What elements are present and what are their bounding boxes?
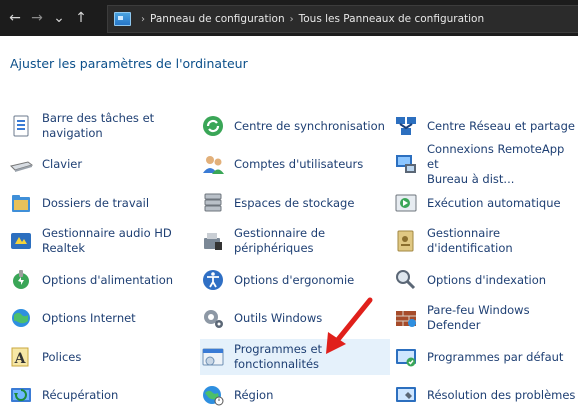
panel-item-taskbar[interactable]: Barre des tâches et navigation — [8, 108, 194, 144]
panel-item-label: Clavier — [42, 156, 83, 171]
troubleshooting-icon — [393, 382, 419, 408]
panel-item-label: Gestionnaire audio HD Realtek — [42, 226, 172, 255]
panel-item-storage-spaces[interactable]: Espaces de stockage — [200, 185, 390, 221]
panel-item-network-center[interactable]: Centre Réseau et partage — [393, 108, 578, 144]
fonts-icon: A — [8, 344, 34, 370]
panel-item-autoplay[interactable]: Exécution automatique — [393, 185, 578, 221]
panel-item-label: Dossiers de travail — [42, 195, 150, 210]
control-panel-grid: Barre des tâches et navigation Clavier Dos… — [0, 0, 578, 420]
panel-item-recovery[interactable]: Récupération — [8, 377, 194, 413]
panel-item-label: Centre Réseau et partage — [427, 118, 575, 133]
panel-item-label: Exécution automatique — [427, 195, 561, 210]
panel-item-work-folders[interactable]: Dossiers de travail — [8, 185, 194, 221]
panel-item-region[interactable]: Région — [200, 377, 390, 413]
user-accounts-icon — [200, 151, 226, 177]
remoteapp-icon — [393, 151, 419, 177]
panel-item-label: Options d'alimentation — [42, 272, 174, 287]
panel-item-label: Options d'ergonomie — [234, 272, 355, 287]
panel-item-troubleshooting[interactable]: Résolution des problèmes — [393, 377, 578, 413]
panel-item-label: Outils Windows — [234, 310, 323, 325]
region-icon — [200, 382, 226, 408]
panel-item-user-accounts[interactable]: Comptes d'utilisateurs — [200, 146, 390, 182]
panel-item-sync-center[interactable]: Centre de synchronisation — [200, 108, 390, 144]
taskbar-icon — [8, 113, 34, 139]
panel-item-label: Options d'indexation — [427, 272, 547, 287]
panel-item-fonts[interactable]: A Polices — [8, 339, 194, 375]
realtek-audio-icon — [8, 228, 34, 254]
panel-item-label: Options Internet — [42, 310, 136, 325]
panel-item-label: Gestionnaire d'identification — [427, 226, 513, 255]
panel-item-label: Pare-feu Windows Defender — [427, 303, 530, 332]
device-manager-icon — [200, 228, 226, 254]
panel-item-credential-manager[interactable]: Gestionnaire d'identification — [393, 223, 578, 259]
firewall-icon — [393, 305, 419, 331]
panel-item-label: Connexions RemoteApp et Bureau à dist... — [427, 141, 565, 186]
svg-text:A: A — [14, 351, 27, 367]
panel-item-remoteapp[interactable]: Connexions RemoteApp et Bureau à dist... — [393, 142, 578, 186]
work-folders-icon — [8, 190, 34, 216]
network-center-icon — [393, 113, 419, 139]
panel-item-label: Gestionnaire de périphériques — [234, 226, 326, 255]
default-programs-icon — [393, 344, 419, 370]
keyboard-icon — [8, 151, 34, 177]
panel-item-label: Région — [234, 387, 274, 402]
sync-center-icon — [200, 113, 226, 139]
storage-spaces-icon — [200, 190, 226, 216]
panel-item-power-options[interactable]: Options d'alimentation — [8, 262, 194, 298]
panel-item-label: Polices — [42, 349, 82, 364]
panel-item-indexing-options[interactable]: Options d'indexation — [393, 262, 578, 298]
panel-item-keyboard[interactable]: Clavier — [8, 146, 194, 182]
panel-item-label: Centre de synchronisation — [234, 118, 385, 133]
panel-item-label: Programmes par défaut — [427, 349, 564, 364]
panel-item-internet-options[interactable]: Options Internet — [8, 300, 194, 336]
credential-manager-icon — [393, 228, 419, 254]
panel-item-firewall[interactable]: Pare-feu Windows Defender — [393, 300, 578, 336]
programs-features-icon — [200, 344, 226, 370]
panel-item-label: Programmes et fonctionnalités — [234, 342, 323, 371]
indexing-options-icon — [393, 267, 419, 293]
power-options-icon — [8, 267, 34, 293]
internet-options-icon — [8, 305, 34, 331]
autoplay-icon — [393, 190, 419, 216]
panel-item-realtek-audio[interactable]: Gestionnaire audio HD Realtek — [8, 223, 194, 259]
panel-item-label: Barre des tâches et navigation — [42, 111, 155, 140]
panel-item-default-programs[interactable]: Programmes par défaut — [393, 339, 578, 375]
recovery-icon — [8, 382, 34, 408]
windows-tools-icon — [200, 305, 226, 331]
panel-item-ease-of-access[interactable]: Options d'ergonomie — [200, 262, 390, 298]
red-arrow-annotation — [326, 297, 373, 354]
ease-of-access-icon — [200, 267, 226, 293]
panel-item-label: Espaces de stockage — [234, 195, 355, 210]
panel-item-label: Comptes d'utilisateurs — [234, 156, 364, 171]
panel-item-device-manager[interactable]: Gestionnaire de périphériques — [200, 223, 390, 259]
panel-item-label: Récupération — [42, 387, 119, 402]
panel-item-label: Résolution des problèmes — [427, 387, 576, 402]
